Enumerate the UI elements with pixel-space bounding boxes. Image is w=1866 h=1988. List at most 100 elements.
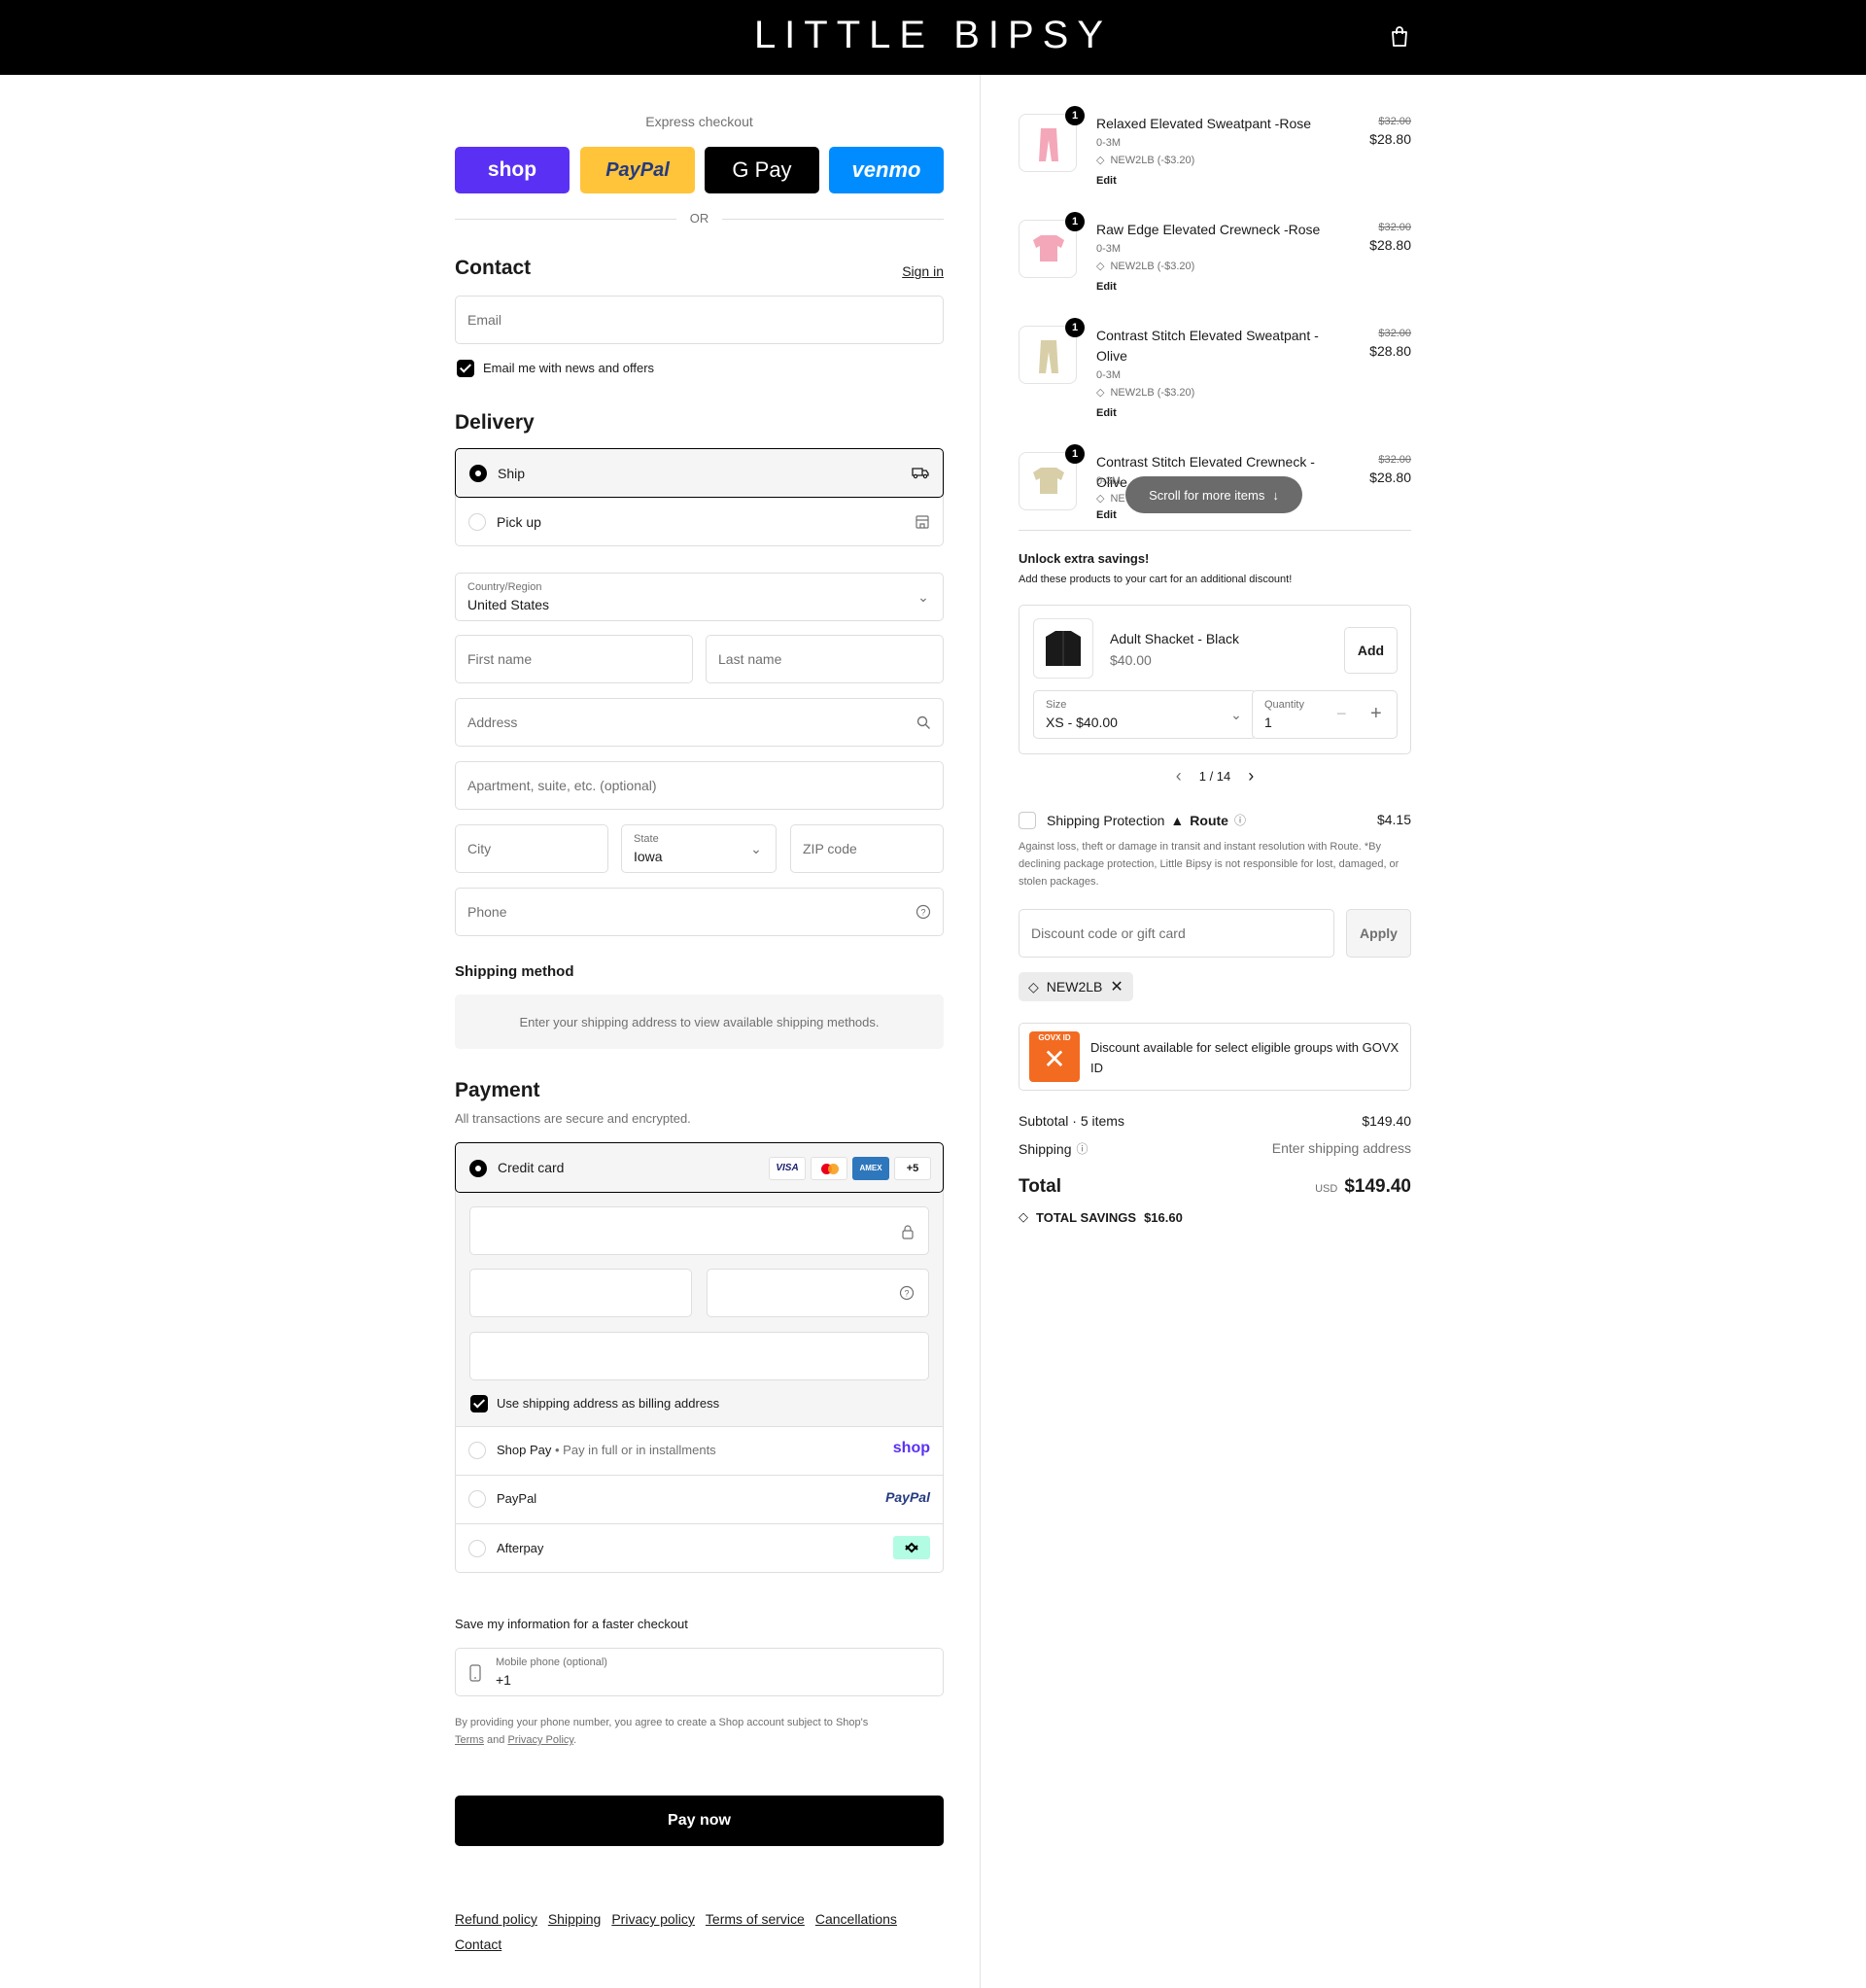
card-security-code-field[interactable]: ? bbox=[707, 1269, 929, 1317]
govx-banner[interactable]: GOVX ID ✕ Discount available for select e… bbox=[1019, 1023, 1411, 1091]
item-price: $28.80 bbox=[1369, 237, 1411, 253]
applied-discount-tag: ◇ NEW2LB ✕ bbox=[1019, 972, 1133, 1001]
help-circle-icon[interactable]: ? bbox=[916, 904, 931, 920]
shipping-protection-checkbox[interactable] bbox=[1019, 812, 1036, 829]
tag-icon: ◇ bbox=[1028, 978, 1039, 994]
header-bar: LITTLE BIPSY bbox=[0, 0, 1866, 75]
card-number-field[interactable] bbox=[469, 1206, 929, 1255]
item-price: $28.80 bbox=[1369, 470, 1411, 485]
total-label: Total bbox=[1019, 1176, 1061, 1197]
more-cards-badge: +5 bbox=[894, 1157, 931, 1180]
phone-field[interactable]: Phone ? bbox=[455, 888, 944, 936]
shop-pay-option[interactable]: Shop Pay • Pay in full or in installment… bbox=[455, 1427, 944, 1475]
news-offers-label: Email me with news and offers bbox=[483, 361, 655, 375]
pickup-radio[interactable] bbox=[468, 513, 486, 531]
help-circle-icon[interactable]: ⓘ bbox=[1077, 1140, 1088, 1157]
credit-card-radio[interactable] bbox=[469, 1160, 487, 1177]
paypal-express-button[interactable]: PayPal bbox=[580, 147, 695, 193]
privacy-policy-link[interactable]: Privacy policy bbox=[611, 1911, 695, 1927]
zip-field[interactable]: ZIP code bbox=[790, 824, 944, 873]
add-upsell-button[interactable]: Add bbox=[1344, 627, 1398, 674]
tag-icon: ◇ bbox=[1019, 1209, 1028, 1224]
tag-icon: ◇ bbox=[1096, 155, 1105, 166]
edit-item-link[interactable]: Edit bbox=[1096, 281, 1117, 293]
item-variant: 0-3M bbox=[1096, 369, 1122, 381]
plus-icon[interactable]: + bbox=[1370, 703, 1382, 725]
minus-icon[interactable]: − bbox=[1336, 704, 1347, 724]
privacy-link[interactable]: Privacy Policy bbox=[507, 1734, 573, 1746]
scroll-more-items-button[interactable]: Scroll for more items ↓ bbox=[1125, 476, 1302, 513]
info-icon[interactable]: ⓘ bbox=[1234, 812, 1246, 828]
paypal-radio[interactable] bbox=[468, 1490, 486, 1508]
brand-logo[interactable]: LITTLE BIPSY bbox=[0, 14, 1866, 57]
shipping-policy-link[interactable]: Shipping bbox=[548, 1911, 602, 1927]
cancellations-link[interactable]: Cancellations bbox=[815, 1911, 897, 1927]
edit-item-link[interactable]: Edit bbox=[1096, 509, 1117, 521]
truck-icon bbox=[912, 468, 929, 479]
apartment-field[interactable]: Apartment, suite, etc. (optional) bbox=[455, 761, 944, 810]
upsell-product-card: Adult Shacket - Black $40.00 Add Size XS… bbox=[1019, 605, 1411, 754]
pay-now-button[interactable]: Pay now bbox=[455, 1796, 944, 1846]
venmo-express-button[interactable]: venmo bbox=[829, 147, 944, 193]
country-select[interactable]: Country/Region United States ⌄ bbox=[455, 573, 944, 621]
chevron-down-icon: ⌄ bbox=[917, 589, 929, 605]
item-name: Raw Edge Elevated Crewneck -Rose bbox=[1096, 222, 1321, 237]
tag-icon: ◇ bbox=[1096, 261, 1105, 272]
refund-policy-link[interactable]: Refund policy bbox=[455, 1911, 537, 1927]
item-original-price: $32.00 bbox=[1378, 116, 1411, 127]
quantity-badge: 1 bbox=[1065, 318, 1085, 337]
help-circle-icon[interactable]: ? bbox=[899, 1285, 915, 1301]
shop-pay-express-button[interactable]: shop bbox=[455, 147, 570, 193]
item-name: Contrast Stitch Elevated Sweatpant - Oli… bbox=[1096, 328, 1319, 364]
tag-icon: ◇ bbox=[1096, 493, 1105, 505]
card-expiry-field[interactable] bbox=[469, 1269, 692, 1317]
terms-of-service-link[interactable]: Terms of service bbox=[706, 1911, 805, 1927]
upsell-product-name: Adult Shacket - Black bbox=[1110, 631, 1240, 646]
arrow-down-icon: ↓ bbox=[1272, 487, 1279, 503]
upsell-product-price: $40.00 bbox=[1110, 652, 1152, 668]
card-name-field[interactable] bbox=[469, 1332, 929, 1380]
shipping-method-heading: Shipping method bbox=[455, 963, 574, 980]
mobile-phone-field[interactable]: Mobile phone (optional) +1 bbox=[455, 1648, 944, 1696]
venmo-logo: venmo bbox=[851, 157, 921, 182]
afterpay-option[interactable]: Afterpay bbox=[455, 1524, 944, 1573]
google-pay-express-button[interactable]: G Pay bbox=[705, 147, 819, 193]
shop-pay-radio[interactable] bbox=[468, 1442, 486, 1459]
shipping-protection-description: Against loss, theft or damage in transit… bbox=[1019, 841, 1400, 888]
city-field[interactable]: City bbox=[455, 824, 608, 873]
contact-link[interactable]: Contact bbox=[455, 1936, 501, 1952]
last-name-field[interactable]: Last name bbox=[706, 635, 944, 683]
item-original-price: $32.00 bbox=[1378, 328, 1411, 339]
edit-item-link[interactable]: Edit bbox=[1096, 175, 1117, 187]
tag-icon: ◇ bbox=[1096, 387, 1105, 399]
terms-link[interactable]: Terms bbox=[455, 1734, 484, 1746]
apply-discount-button[interactable]: Apply bbox=[1346, 909, 1411, 958]
upsell-quantity-stepper[interactable]: Quantity 1 − + bbox=[1252, 690, 1398, 739]
email-field[interactable]: Email bbox=[455, 296, 944, 344]
afterpay-radio[interactable] bbox=[468, 1540, 486, 1557]
sign-in-link[interactable]: Sign in bbox=[902, 263, 944, 279]
ship-radio[interactable] bbox=[469, 465, 487, 482]
pickup-option[interactable]: Pick up bbox=[455, 498, 944, 546]
remove-discount-icon[interactable]: ✕ bbox=[1110, 977, 1123, 996]
mastercard-icon bbox=[811, 1157, 847, 1180]
discount-code-field[interactable]: Discount code or gift card bbox=[1019, 909, 1334, 958]
first-name-field[interactable]: First name bbox=[455, 635, 693, 683]
cart-item: 1 Contrast Stitch Elevated Sweatpant - O… bbox=[1019, 318, 1411, 431]
news-offers-checkbox[interactable] bbox=[457, 360, 474, 377]
upsell-size-select[interactable]: Size XS - $40.00 ⌄ bbox=[1033, 690, 1257, 739]
credit-card-option[interactable]: Credit card VISA AMEX +5 bbox=[455, 1142, 944, 1193]
billing-same-checkbox[interactable] bbox=[470, 1395, 488, 1413]
paypal-option[interactable]: PayPal PayPal bbox=[455, 1476, 944, 1523]
edit-item-link[interactable]: Edit bbox=[1096, 407, 1117, 419]
chevron-down-icon: ⌄ bbox=[1230, 707, 1242, 722]
chevron-right-icon[interactable]: › bbox=[1248, 766, 1254, 786]
address-field[interactable]: Address bbox=[455, 698, 944, 747]
save-info-heading: Save my information for a faster checkou… bbox=[455, 1617, 688, 1631]
shopping-bag-icon[interactable] bbox=[1390, 25, 1409, 49]
ship-option[interactable]: Ship bbox=[455, 448, 944, 498]
state-select[interactable]: State Iowa ⌄ bbox=[621, 824, 777, 873]
item-discount: ◇ NEW2LB (-$3.20) bbox=[1096, 260, 1195, 273]
chevron-left-icon[interactable]: ‹ bbox=[1176, 766, 1182, 786]
shipping-protection-price: $4.15 bbox=[1376, 812, 1411, 827]
